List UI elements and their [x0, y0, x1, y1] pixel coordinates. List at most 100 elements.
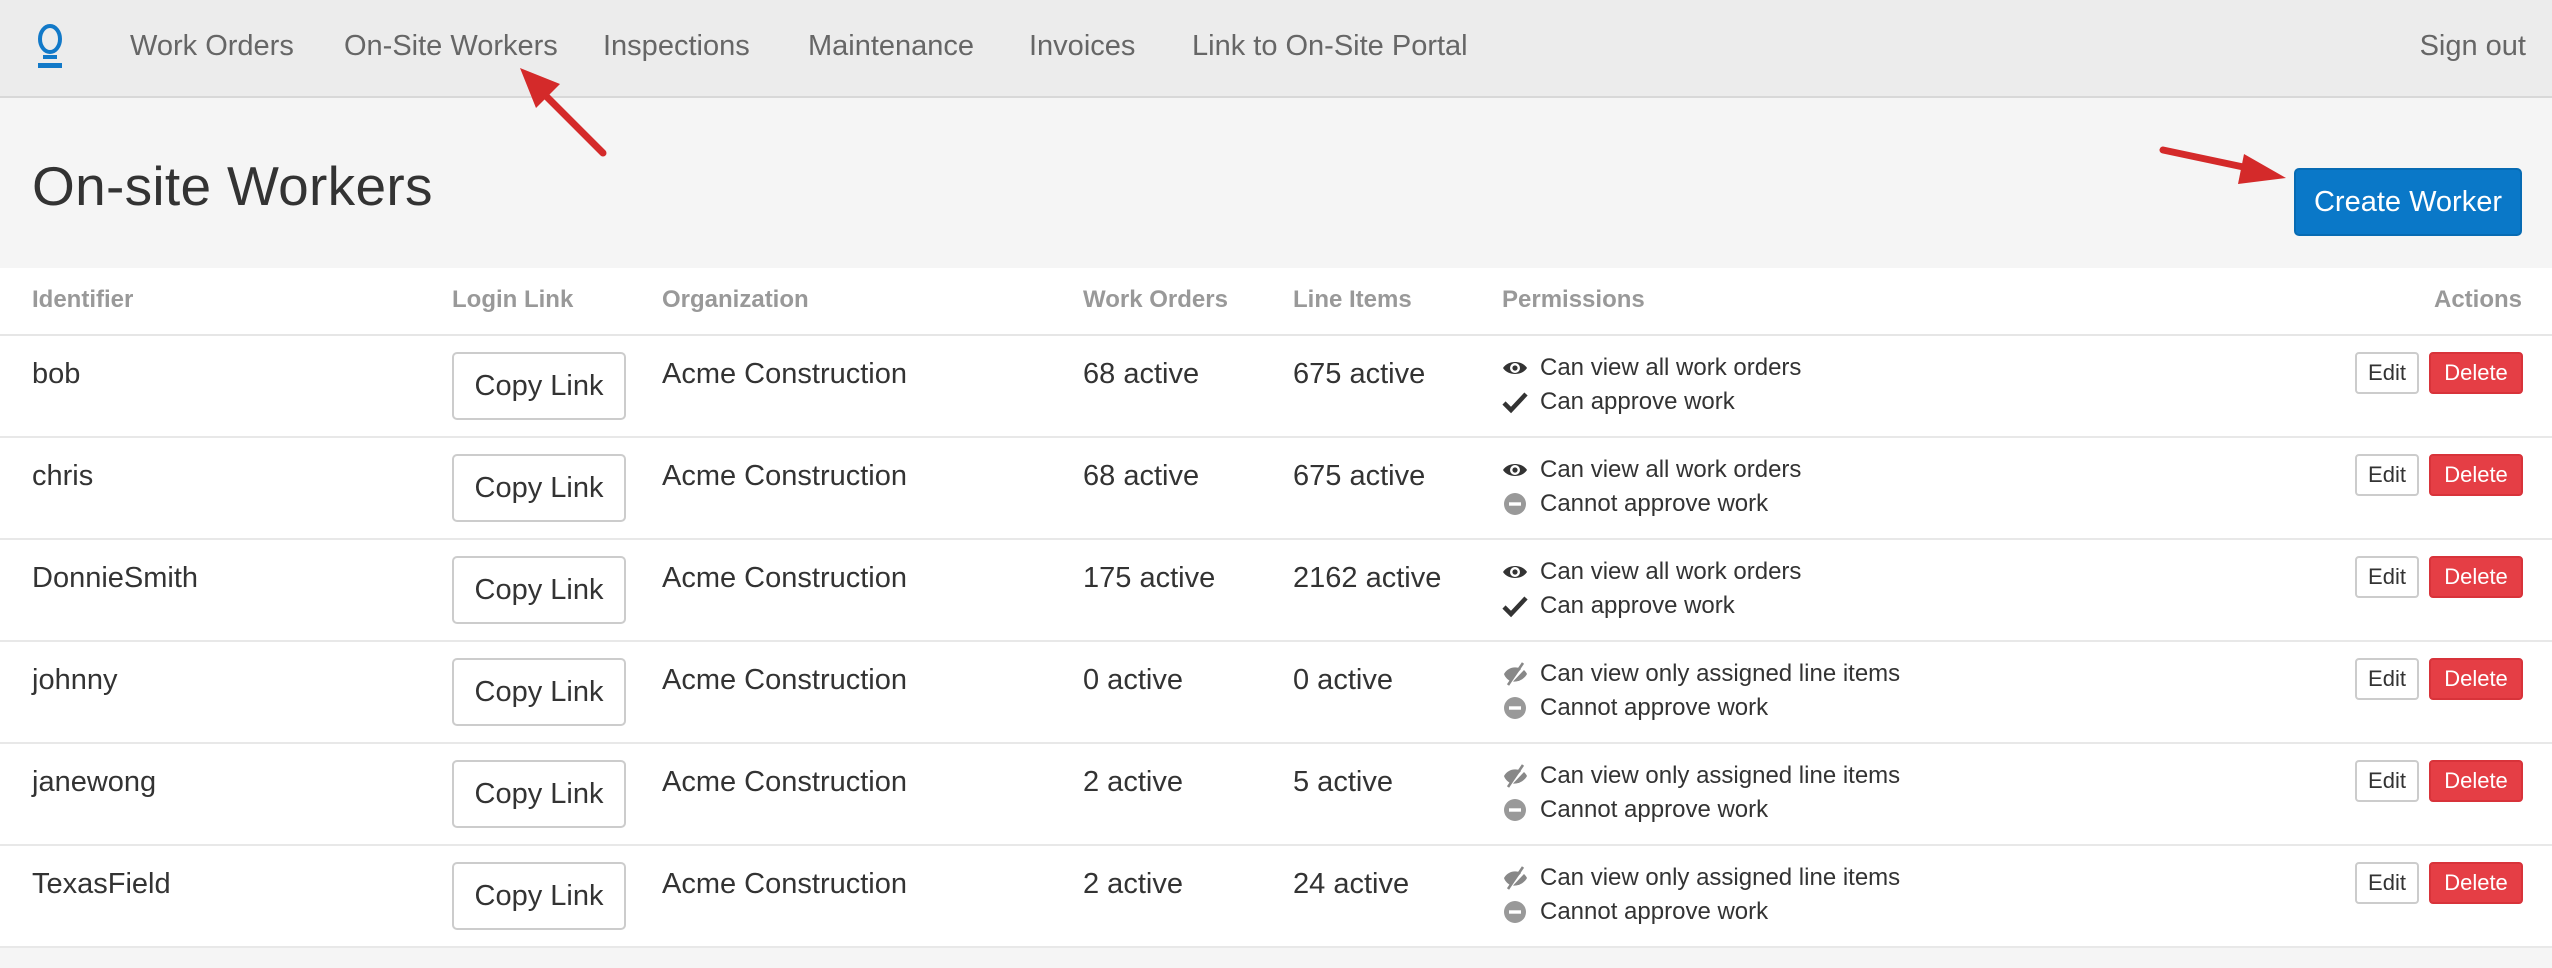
permission-approve-text: Cannot approve work	[1540, 694, 1769, 721]
page-title: On-site Workers	[32, 155, 433, 217]
minus-circle-icon	[1502, 797, 1528, 823]
worker-line-items: 0 active	[1293, 664, 1393, 696]
top-navbar: Work Orders On-Site Workers Inspections …	[0, 0, 2552, 98]
col-login-link: Login Link	[452, 286, 574, 313]
delete-button[interactable]: Delete	[2429, 556, 2523, 598]
permission-view-text: Can view only assigned line items	[1540, 660, 1901, 687]
eye-slash-icon	[1502, 763, 1528, 789]
permission-view: Can view all work orders	[1502, 354, 1801, 382]
permission-view-text: Can view only assigned line items	[1540, 762, 1901, 789]
delete-button[interactable]: Delete	[2429, 862, 2523, 904]
minus-circle-icon	[1502, 491, 1528, 517]
edit-button[interactable]: Edit	[2355, 760, 2419, 802]
permission-view: Can view only assigned line items	[1502, 762, 1900, 790]
copy-link-button[interactable]: Copy Link	[452, 862, 626, 930]
nav-maintenance[interactable]: Maintenance	[808, 30, 974, 63]
page-header: On-site Workers Create Worker	[0, 98, 2552, 268]
edit-button[interactable]: Edit	[2355, 352, 2419, 394]
worker-work-orders: 0 active	[1083, 664, 1183, 696]
worker-organization: Acme Construction	[662, 868, 907, 900]
workers-table: Identifier Login Link Organization Work …	[0, 268, 2552, 948]
delete-button[interactable]: Delete	[2429, 760, 2523, 802]
create-worker-button[interactable]: Create Worker	[2294, 168, 2522, 236]
permission-approve-text: Cannot approve work	[1540, 490, 1769, 517]
eye-icon	[1502, 559, 1528, 585]
worker-identifier: TexasField	[32, 868, 171, 900]
edit-button[interactable]: Edit	[2355, 556, 2419, 598]
permission-approve-text: Can approve work	[1540, 592, 1735, 619]
table-row: DonnieSmith Copy Link Acme Construction …	[0, 540, 2552, 642]
permission-view: Can view only assigned line items	[1502, 864, 1900, 892]
copy-link-button[interactable]: Copy Link	[452, 556, 626, 624]
edit-button[interactable]: Edit	[2355, 454, 2419, 496]
table-row: bob Copy Link Acme Construction 68 activ…	[0, 336, 2552, 438]
col-organization: Organization	[662, 286, 809, 313]
table-row: janewong Copy Link Acme Construction 2 a…	[0, 744, 2552, 846]
eye-slash-icon	[1502, 865, 1528, 891]
worker-organization: Acme Construction	[662, 664, 907, 696]
worker-organization: Acme Construction	[662, 562, 907, 594]
col-work-orders: Work Orders	[1083, 286, 1228, 313]
worker-line-items: 5 active	[1293, 766, 1393, 798]
delete-button[interactable]: Delete	[2429, 658, 2523, 700]
worker-organization: Acme Construction	[662, 766, 907, 798]
col-permissions: Permissions	[1502, 286, 1645, 313]
worker-line-items: 24 active	[1293, 868, 1410, 900]
check-icon	[1502, 593, 1528, 619]
permission-approve: Cannot approve work	[1502, 490, 1768, 518]
sign-out-link[interactable]: Sign out	[2420, 30, 2526, 63]
worker-line-items: 675 active	[1293, 460, 1426, 492]
eye-icon	[1502, 457, 1528, 483]
permission-approve: Cannot approve work	[1502, 898, 1768, 926]
permission-view: Can view all work orders	[1502, 456, 1801, 484]
table-header: Identifier Login Link Organization Work …	[0, 268, 2552, 336]
permission-approve: Can approve work	[1502, 388, 1735, 416]
delete-button[interactable]: Delete	[2429, 454, 2523, 496]
worker-line-items: 2162 active	[1293, 562, 1442, 594]
minus-circle-icon	[1502, 695, 1528, 721]
permission-view-text: Can view all work orders	[1540, 558, 1802, 585]
col-actions: Actions	[2433, 286, 2522, 313]
nav-work-orders[interactable]: Work Orders	[130, 30, 294, 63]
copy-link-button[interactable]: Copy Link	[452, 658, 626, 726]
nav-invoices[interactable]: Invoices	[1029, 30, 1135, 63]
table-row: TexasField Copy Link Acme Construction 2…	[0, 846, 2552, 948]
permission-approve: Can approve work	[1502, 592, 1735, 620]
check-icon	[1502, 389, 1528, 415]
worker-identifier: janewong	[32, 766, 157, 798]
worker-line-items: 675 active	[1293, 358, 1426, 390]
permission-view-text: Can view only assigned line items	[1540, 864, 1901, 891]
table-row: johnny Copy Link Acme Construction 0 act…	[0, 642, 2552, 744]
worker-work-orders: 68 active	[1083, 460, 1200, 492]
permission-approve-text: Cannot approve work	[1540, 898, 1769, 925]
copy-link-button[interactable]: Copy Link	[452, 760, 626, 828]
nav-on-site-workers[interactable]: On-Site Workers	[344, 30, 558, 63]
worker-organization: Acme Construction	[662, 358, 907, 390]
permission-approve: Cannot approve work	[1502, 796, 1768, 824]
worker-identifier: johnny	[32, 664, 118, 696]
worker-identifier: chris	[32, 460, 94, 492]
eye-slash-icon	[1502, 661, 1528, 687]
col-identifier: Identifier	[32, 286, 134, 313]
copy-link-button[interactable]: Copy Link	[452, 454, 626, 522]
edit-button[interactable]: Edit	[2355, 658, 2419, 700]
worker-work-orders: 2 active	[1083, 766, 1183, 798]
worker-identifier: bob	[32, 358, 81, 390]
page-footer-strip	[0, 948, 2552, 968]
col-line-items: Line Items	[1293, 286, 1412, 313]
eye-icon	[1502, 355, 1528, 381]
minus-circle-icon	[1502, 899, 1528, 925]
nav-inspections[interactable]: Inspections	[603, 30, 750, 63]
permission-view: Can view all work orders	[1502, 558, 1801, 586]
table-row: chris Copy Link Acme Construction 68 act…	[0, 438, 2552, 540]
copy-link-button[interactable]: Copy Link	[452, 352, 626, 420]
worker-work-orders: 175 active	[1083, 562, 1216, 594]
edit-button[interactable]: Edit	[2355, 862, 2419, 904]
worker-work-orders: 68 active	[1083, 358, 1200, 390]
delete-button[interactable]: Delete	[2429, 352, 2523, 394]
nav-on-site-portal-link[interactable]: Link to On-Site Portal	[1192, 30, 1468, 63]
worker-identifier: DonnieSmith	[32, 562, 199, 594]
permission-view: Can view only assigned line items	[1502, 660, 1900, 688]
permission-view-text: Can view all work orders	[1540, 456, 1802, 483]
lightbulb-o-logo-icon[interactable]	[32, 22, 68, 72]
